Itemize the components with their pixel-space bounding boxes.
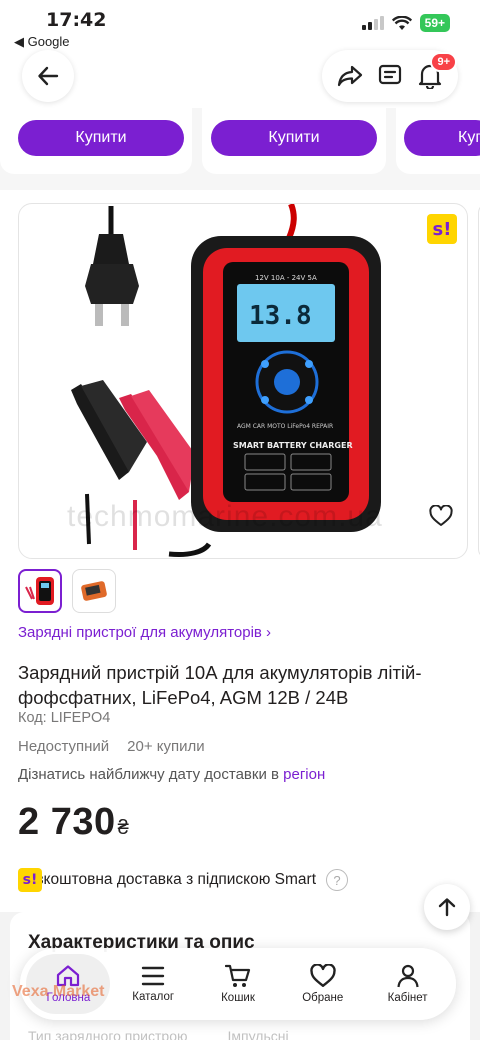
buy-button[interactable]: Купити [18, 120, 184, 156]
svg-text:AGM CAR MOTO LiFePo4 REPAI: AGM CAR MOTO LiFePo4 REPAIR [237, 423, 333, 430]
related-products-strip: Купити Купити Куп [0, 108, 480, 190]
currency-symbol: ₴ [117, 817, 130, 839]
watermark-text: Vexa Market [12, 983, 105, 1000]
nav-catalog[interactable]: Каталог [111, 954, 195, 1014]
product-title: Зарядний пристрій 10А для акумуляторів л… [18, 662, 422, 708]
back-to-app-link[interactable]: ◀ Google [14, 34, 70, 50]
wifi-icon [391, 15, 412, 30]
heart-icon [429, 504, 453, 526]
nav-wishlist[interactable]: Обране [281, 954, 365, 1014]
notifications-button[interactable]: 9+ [415, 52, 457, 91]
smart-logo-icon: s! [18, 868, 42, 892]
header-actions: 9+ [322, 50, 458, 102]
user-icon [396, 964, 419, 988]
smart-delivery-text: Безкоштовна доставка з підпискою Smart [18, 871, 317, 888]
heart-icon [310, 964, 336, 987]
nav-cart[interactable]: Кошик [196, 954, 280, 1014]
availability-row: Недоступний 20+ купили [18, 738, 205, 755]
delivery-text: Дізнатись найближчу дату доставки в [18, 766, 279, 783]
product-gallery[interactable]: 13.8 12V 10A - 24V 5A AGM CAR MOTO LiFeP… [18, 203, 468, 559]
status-bar: 17:42 ◀ Google 59+ [0, 0, 480, 56]
nav-label: Обране [302, 992, 344, 1004]
nav-account[interactable]: Кабінет [366, 954, 450, 1014]
cart-icon [224, 964, 251, 987]
spec-value: Імпульсні [227, 1028, 289, 1040]
thumbnail[interactable] [72, 569, 116, 613]
thumbnail[interactable] [18, 569, 62, 613]
delivery-info: Дізнатись найближчу дату доставки в регі… [18, 766, 325, 783]
nav-label: Кошик [221, 992, 255, 1004]
nav-label: Каталог [132, 991, 175, 1003]
vexa-market-watermark: Vexa Market [12, 984, 105, 1000]
back-button[interactable] [22, 50, 74, 102]
svg-text:13.8: 13.8 [249, 301, 312, 331]
share-icon [337, 65, 363, 87]
svg-text:12V 10A - 24V 5A: 12V 10A - 24V 5A [255, 274, 317, 282]
image-watermark: techmomarine.com.ua [67, 500, 383, 533]
help-icon[interactable]: ? [326, 869, 349, 891]
menu-icon [141, 966, 165, 986]
battery-indicator: 59+ [419, 14, 450, 32]
thumbnail-image [81, 581, 107, 601]
status-time: 17:42 [46, 9, 107, 31]
compare-button[interactable] [375, 61, 405, 91]
arrow-up-icon [438, 898, 456, 917]
price: 2 730 ₴ [18, 801, 129, 844]
status-icons: 59+ [361, 14, 450, 32]
availability-status: Недоступний [18, 738, 110, 755]
message-icon [378, 64, 402, 85]
signal-icon [361, 16, 384, 30]
product-code: Код: LIFEPO4 [18, 710, 111, 726]
breadcrumb[interactable]: Зарядні пристрої для акумуляторів › [18, 624, 271, 641]
svg-text:SMART BATTERY CHARGER: SMART BATTERY CHARGER [233, 441, 353, 450]
share-button[interactable] [335, 61, 365, 91]
buy-button[interactable]: Купити [211, 120, 377, 156]
arrow-left-icon [38, 66, 59, 86]
notification-badge: 9+ [430, 52, 457, 72]
gallery-thumbnails [18, 569, 116, 613]
spec-row: Тип зарядного пристрою Імпульсні [28, 1028, 289, 1040]
region-link[interactable]: регіон [283, 766, 325, 783]
price-value: 2 730 [18, 801, 116, 843]
spec-name: Тип зарядного пристрою [28, 1028, 188, 1040]
smart-delivery-row: s! Безкоштовна доставка з підпискою Smar… [18, 868, 349, 892]
nav-label: Кабінет [387, 992, 428, 1004]
smart-badge: s! [427, 214, 457, 244]
scroll-to-top-button[interactable] [424, 884, 470, 930]
buy-button[interactable]: Куп [404, 120, 480, 156]
purchase-count: 20+ купили [127, 738, 205, 755]
wishlist-button[interactable] [429, 504, 453, 532]
thumbnail-image [25, 577, 54, 605]
